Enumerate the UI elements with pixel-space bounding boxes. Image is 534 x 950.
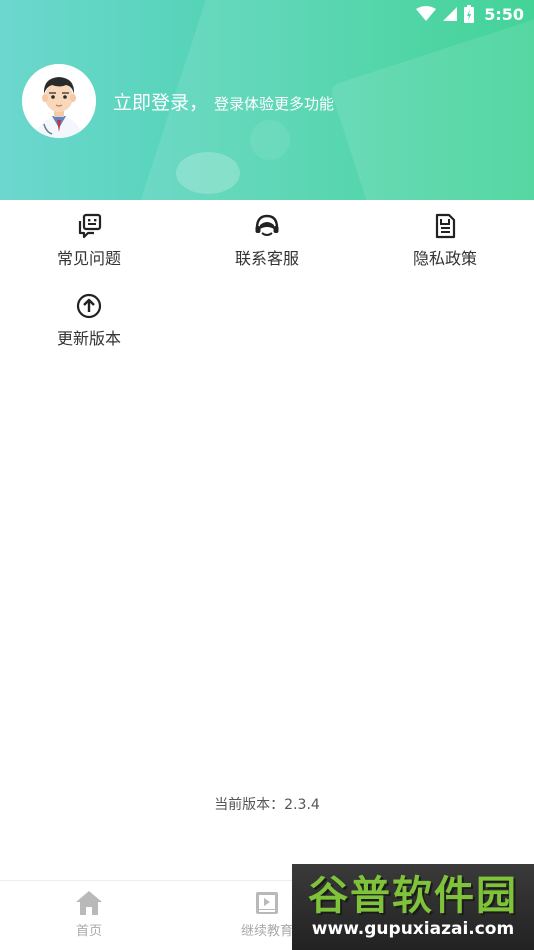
status-bar: 5:50 bbox=[0, 0, 534, 28]
menu-item-privacy-policy[interactable]: 隐私政策 bbox=[356, 200, 534, 280]
cell-signal-icon bbox=[443, 7, 458, 21]
header-decoration bbox=[250, 120, 290, 160]
menu-item-update-version[interactable]: 更新版本 bbox=[0, 280, 178, 360]
watermark-url: www.gupuxiazai.com bbox=[311, 919, 515, 939]
nav-item-home[interactable]: 首页 bbox=[0, 881, 178, 950]
login-subtitle: 登录体验更多功能 bbox=[214, 95, 335, 113]
document-icon bbox=[432, 213, 458, 239]
headset-icon bbox=[254, 213, 280, 239]
login-prompt[interactable]: 立即登录， 登录体验更多功能 bbox=[113, 88, 334, 115]
nav-item-label: 首页 bbox=[75, 924, 102, 939]
header-decoration bbox=[176, 152, 240, 194]
menu-item-customer-service[interactable]: 联系客服 bbox=[178, 200, 356, 280]
login-title: 立即登录， bbox=[113, 92, 209, 114]
menu-item-label: 隐私政策 bbox=[412, 249, 477, 268]
avatar[interactable] bbox=[22, 64, 96, 138]
menu-item-label: 更新版本 bbox=[56, 329, 121, 348]
wifi-icon bbox=[416, 6, 437, 21]
upload-arrow-icon bbox=[76, 293, 102, 319]
doctor-avatar-icon bbox=[22, 64, 96, 138]
menu-item-label: 联系客服 bbox=[234, 249, 299, 268]
book-icon bbox=[256, 892, 278, 914]
version-text: 当前版本：2.3.4 bbox=[214, 797, 320, 813]
status-time: 5:50 bbox=[484, 4, 524, 24]
profile-header: 5:50 立即登录， 登录体验更多功能 bbox=[0, 0, 534, 200]
nav-item-label: 继续教育 bbox=[240, 924, 293, 939]
faq-icon bbox=[76, 213, 102, 239]
watermark-logo: 谷普软件园 www.gupuxiazai.com bbox=[292, 864, 534, 950]
menu-item-label: 常见问题 bbox=[56, 249, 121, 268]
home-icon bbox=[76, 891, 102, 915]
watermark-title: 谷普软件园 bbox=[308, 873, 518, 919]
menu-item-faq[interactable]: 常见问题 bbox=[0, 200, 178, 280]
battery-icon bbox=[464, 5, 475, 23]
